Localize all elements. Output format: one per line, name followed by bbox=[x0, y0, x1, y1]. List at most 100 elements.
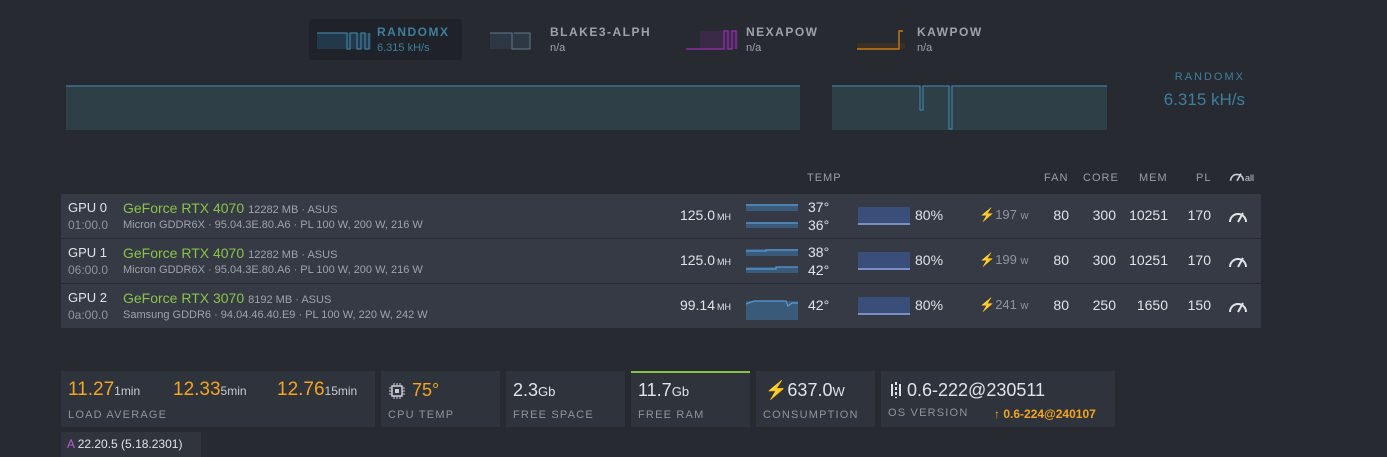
gpu-row[interactable]: GPU 2 0a:00.0 GeForce RTX 3070 8192 MB · … bbox=[61, 284, 1261, 328]
free-space-value: 2.3Gb bbox=[513, 380, 556, 400]
gpu-temp: 37° bbox=[808, 199, 830, 215]
gpu-model: GeForce RTX 3070 8192 MB · ASUS bbox=[123, 290, 332, 306]
gpu-model: GeForce RTX 4070 12282 MB · ASUS bbox=[123, 200, 338, 216]
gpu-fan-bar bbox=[858, 252, 910, 270]
free-ram-card: 11.7Gb FREE RAM bbox=[631, 371, 750, 427]
os-update-link[interactable]: ↑ 0.6-224@240107 bbox=[994, 407, 1096, 421]
cpu-temp-card: 75° CPU TEMP bbox=[381, 371, 500, 427]
gpu-core: 300 bbox=[1092, 207, 1116, 223]
speedometer-icon[interactable] bbox=[1228, 253, 1248, 269]
randomx-sparkline bbox=[317, 31, 371, 50]
load-average-card: 11.271min 12.335min 12.7615min LOAD AVER… bbox=[61, 371, 375, 427]
algo-tab-blake3[interactable]: BLAKE3-ALPH n/a bbox=[490, 19, 660, 60]
speedometer-icon[interactable] bbox=[1228, 298, 1248, 314]
gpu-hashrate-sparkline bbox=[746, 204, 798, 228]
gpu-core: 300 bbox=[1092, 252, 1116, 268]
gpu-extra: 12282 MB · ASUS bbox=[248, 249, 338, 261]
load-15min: 12.7615min bbox=[277, 379, 358, 400]
nexapow-sparkline bbox=[686, 29, 738, 50]
gpu-fan-percent: 80% bbox=[915, 207, 944, 223]
gpu-row[interactable]: GPU 0 01:00.0 GeForce RTX 4070 12282 MB ·… bbox=[61, 194, 1261, 238]
gpu-power-limit: 150 bbox=[1187, 297, 1211, 313]
algo-tab-kawpow[interactable]: KAWPOW n/a bbox=[857, 19, 1007, 60]
software-version: A 22.20.5 (5.18.2301) bbox=[61, 432, 201, 457]
algo-name: NEXAPOW bbox=[746, 25, 819, 39]
algo-name: RANDOMX bbox=[377, 25, 450, 39]
blake3-sparkline bbox=[490, 31, 531, 50]
algo-tab-randomx[interactable]: RANDOMX 6.315 kH/s bbox=[309, 19, 462, 60]
hashrate-recent-chart bbox=[832, 85, 1107, 130]
gpu-bus: 0a:00.0 bbox=[68, 308, 109, 322]
gpu-power-limit: 170 bbox=[1187, 252, 1211, 268]
gpu-bus: 06:00.0 bbox=[68, 263, 109, 277]
os-version-value: 0.6-222@230511 bbox=[907, 380, 1046, 400]
gpu-core: 250 bbox=[1092, 297, 1116, 313]
algo-rate: n/a bbox=[746, 42, 762, 54]
gpu-extra: 8192 MB · ASUS bbox=[248, 294, 332, 306]
gpu-mem-clock: 1650 bbox=[1136, 297, 1168, 313]
algo-name: KAWPOW bbox=[917, 25, 983, 39]
gpu-fan: 80 bbox=[1053, 207, 1069, 223]
os-version-label: OS VERSION bbox=[888, 407, 969, 419]
free-space-card: 2.3Gb FREE SPACE bbox=[506, 371, 625, 427]
algo-rate: n/a bbox=[917, 42, 933, 54]
gpu-mem-clock: 10251 bbox=[1129, 207, 1168, 223]
all-label: all bbox=[1245, 173, 1255, 183]
gpu-mem-clock: 10251 bbox=[1129, 252, 1168, 268]
algo-tab-nexapow[interactable]: NEXAPOW n/a bbox=[686, 19, 836, 60]
gpu-memory-info: Micron GDDR6X · 95.04.3E.80.A6 · PL 100 … bbox=[123, 219, 423, 231]
col-temp: TEMP bbox=[807, 172, 842, 184]
gpu-power: ⚡241 w bbox=[979, 297, 1029, 312]
lightning-icon: ⚡ bbox=[765, 380, 788, 400]
algo-name: BLAKE3-ALPH bbox=[550, 25, 652, 39]
free-ram-label: FREE RAM bbox=[638, 409, 705, 421]
gpu-mem-temp: 36° bbox=[808, 217, 830, 233]
gpu-fan: 80 bbox=[1053, 297, 1069, 313]
gpu-id: GPU 2 bbox=[68, 290, 108, 305]
gpu-power: ⚡199 w bbox=[979, 252, 1029, 267]
cpu-icon bbox=[389, 383, 405, 399]
gpu-hashrate: 125.0 MH bbox=[679, 207, 731, 223]
gpu-fan-percent: 80% bbox=[915, 252, 944, 268]
gpu-fan-percent: 80% bbox=[915, 297, 944, 313]
algo-rate: 6.315 kH/s bbox=[377, 42, 430, 54]
gpu-power: ⚡197 w bbox=[979, 207, 1029, 222]
arrow-up-icon: ↑ bbox=[994, 407, 1004, 421]
gpu-hashrate-sparkline bbox=[746, 300, 798, 320]
hashrate-history-chart bbox=[66, 85, 800, 130]
gpu-fan: 80 bbox=[1053, 252, 1069, 268]
os-version-card: 0.6-222@230511 OS VERSION ↑ 0.6-224@2401… bbox=[881, 371, 1115, 427]
gpu-bus: 01:00.0 bbox=[68, 218, 109, 232]
gpu-mem-temp: 42° bbox=[808, 262, 830, 278]
load-1min: 11.271min bbox=[68, 379, 141, 400]
free-ram-value: 11.7Gb bbox=[638, 380, 690, 400]
hashrate-title: RANDOMX bbox=[1174, 71, 1245, 83]
col-mem: MEM bbox=[1139, 172, 1168, 184]
gpu-hashrate-sparkline bbox=[746, 249, 798, 273]
gpu-fan-bar bbox=[858, 207, 910, 225]
speedometer-icon[interactable] bbox=[1228, 208, 1248, 224]
cpu-temp-label: CPU TEMP bbox=[388, 409, 455, 421]
consumption-card: ⚡637.0W CONSUMPTION bbox=[756, 371, 875, 427]
gpu-hashrate: 99.14 MH bbox=[679, 297, 731, 313]
gpu-memory-info: Samsung GDDR6 · 94.04.46.40.E9 · PL 100 … bbox=[123, 309, 428, 321]
gpu-fan-bar bbox=[858, 297, 910, 315]
algo-rate: n/a bbox=[550, 42, 566, 54]
hashrate-value: 6.315 kH/s bbox=[1163, 90, 1245, 109]
col-pl: PL bbox=[1196, 172, 1212, 184]
speedometer-icon bbox=[1229, 173, 1245, 182]
os-logo-icon bbox=[891, 382, 901, 398]
version-value: 22.20.5 (5.18.2301) bbox=[77, 437, 183, 451]
tune-all-button[interactable]: all bbox=[1229, 169, 1254, 183]
gpu-row[interactable]: GPU 1 06:00.0 GeForce RTX 4070 12282 MB ·… bbox=[61, 239, 1261, 283]
gpu-hashrate: 125.0 MH bbox=[679, 252, 731, 268]
gpu-model: GeForce RTX 4070 12282 MB · ASUS bbox=[123, 245, 338, 261]
gpu-temp: 38° bbox=[808, 244, 830, 260]
consumption-value: ⚡637.0W bbox=[765, 380, 845, 400]
gpu-power-limit: 170 bbox=[1187, 207, 1211, 223]
gpu-extra: 12282 MB · ASUS bbox=[248, 204, 338, 216]
load-average-label: LOAD AVERAGE bbox=[68, 409, 168, 421]
load-5min: 12.335min bbox=[173, 379, 247, 400]
gpu-id: GPU 1 bbox=[68, 245, 108, 260]
gpu-temp: 42° bbox=[808, 297, 830, 313]
